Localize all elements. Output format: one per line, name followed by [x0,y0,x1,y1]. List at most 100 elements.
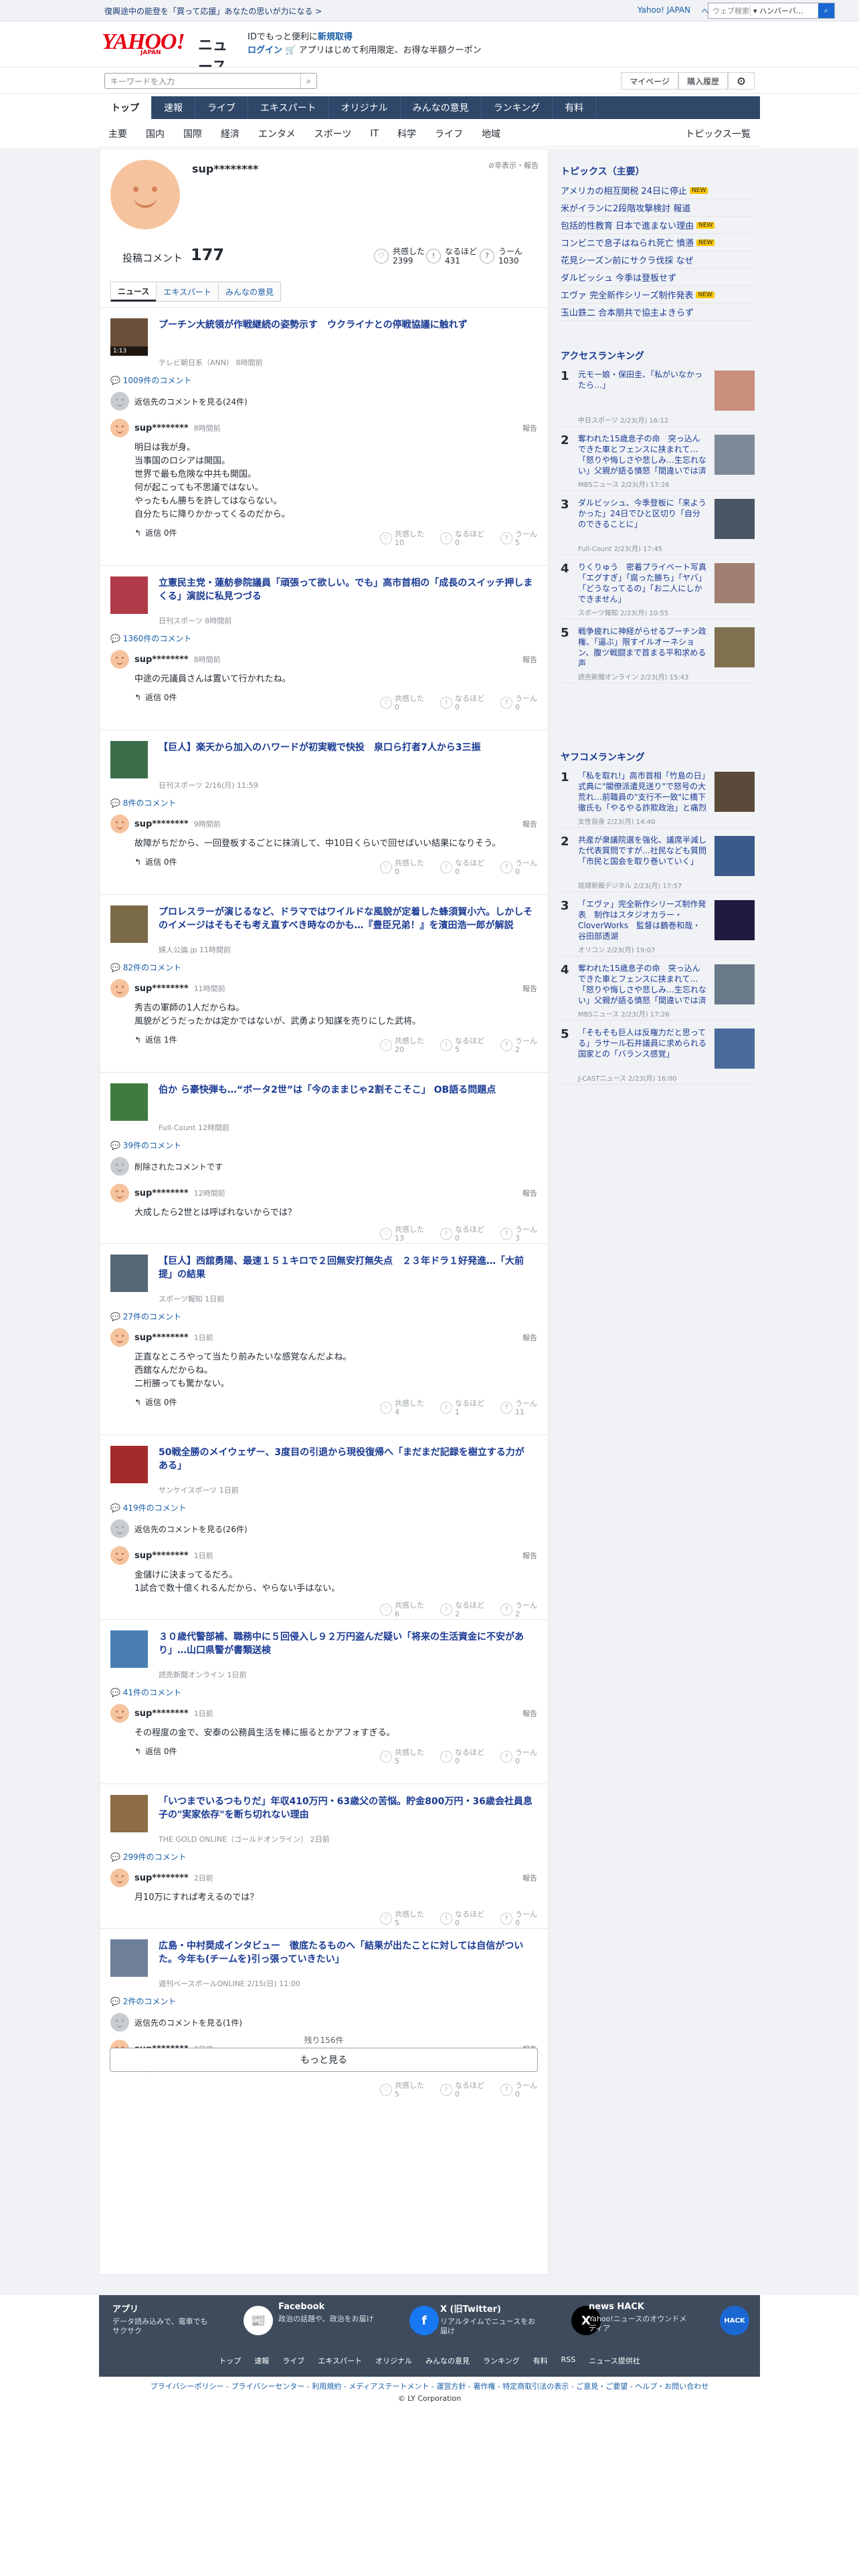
gnav-expert[interactable]: エキスパート [248,96,329,119]
un-button[interactable]: ? うーん 5 [500,530,537,547]
un-button[interactable]: ? うーん 0 [500,1910,537,1927]
agree-button[interactable]: ♡ 共感した 0 [380,859,424,876]
naruhodo-button[interactable]: ! なるほど 2 [440,1601,484,1618]
agree-button[interactable]: ♡ 共感した 4 [380,1399,424,1416]
article-title[interactable]: 伯か ら豪快弾も…“ポータ2世”は「今のままじゃ2割そこそこ」 OB語る問題点 [159,1083,533,1097]
article-title[interactable]: 広島・中村奨成インタビュー 徹底たるものへ「結果が出たことに対しては自信がついた… [159,1939,533,1966]
footer-app[interactable]: アプリ データ読み込みで、電車でもサクサク 📰 [112,2302,273,2349]
legal-links[interactable]: プライバシーポリシー - プライバシーセンター - 利用規約 - メディアステー… [0,2381,859,2393]
snav-it[interactable]: IT [361,128,388,139]
snav-world[interactable]: 国際 [174,127,211,140]
un-button[interactable]: ? うーん 11 [500,1399,537,1416]
article-title[interactable]: 【巨人】楽天から加入のハワードが初実戦で快投 泉口ら打者7人から3三振 [159,741,533,754]
un-button[interactable]: ? うーん 0 [500,859,537,876]
reply-button[interactable]: ↰ 返信 0件 [134,691,177,703]
reply-button[interactable]: ↰ 返信 0件 [134,1745,177,1757]
article-link[interactable]: 【巨人】西舘勇陽、最速１５１キロで２回無安打無失点 ２３年ドラ１好発進…「大前提… [110,1255,539,1293]
tab-expert[interactable]: エキスパート [156,282,219,302]
footer-nav-item[interactable]: ニュース提供社 [589,2355,640,2366]
ranking-item[interactable]: 5 戦争疲れに神経がらせるプーチン政権、「逼ぶ」限すイルオーネション、腹ツ戦闘まで… [561,623,755,683]
reply-button[interactable]: ↰ 返信 0件 [134,1396,177,1408]
footer-nav-item[interactable]: ランキング [483,2355,520,2366]
search-icon[interactable]: ⌕ [818,3,834,18]
article-title[interactable]: プーチン大統領が作戦継続の姿勢示す ウクライナとの停戦協議に触れず [159,318,533,332]
gear-icon[interactable]: ⚙ [728,72,755,90]
article-comment-count[interactable]: 💬 419件のコメント [110,1502,187,1513]
footer-nav-item[interactable]: 速報 [254,2355,269,2366]
agree-button[interactable]: ♡ 共感した 5 [380,1748,424,1765]
footer-facebook[interactable]: Facebook 政治の話題や、政治をお届け f [278,2302,439,2349]
gnav-opinion[interactable]: みんなの意見 [401,96,482,119]
agree-button[interactable]: ♡ 共感した 20 [380,1037,424,1054]
article-comment-count[interactable]: 💬 41件のコメント [110,1687,181,1698]
snav-domestic[interactable]: 国内 [136,127,174,140]
article-link[interactable]: ３０歳代警部補、職務中に５回侵入し９２万円盗んだ疑い「将来の生活資金に不安があり… [110,1630,539,1669]
naruhodo-button[interactable]: ! なるほど 0 [440,1910,484,1927]
naruhodo-button[interactable]: ! なるほど 0 [440,859,484,876]
article-link[interactable]: 広島・中村奨成インタビュー 徹底たるものへ「結果が出たことに対しては自信がついた… [110,1939,539,1978]
signup-link[interactable]: 新規取得 [318,32,353,42]
footer-nav-item[interactable]: 有料 [533,2355,548,2366]
parent-comment-link[interactable]: 削除されたコメントです [110,1157,223,1176]
tab-opinion[interactable]: みんなの意見 [218,282,282,302]
report-link[interactable]: 報告 [522,1188,537,1198]
agree-button[interactable]: ♡ 共感した 5 [380,1910,424,1927]
reply-button[interactable]: ↰ 返信 0件 [134,527,177,538]
search-icon[interactable]: ⌕ [300,74,316,88]
parent-comment-link[interactable]: 返信先のコメントを見る(24件) [110,392,248,411]
ranking-item[interactable]: 3 ダルビッシュ、今季登板に「来ようかった」24日でひと区切り「自分のできることに… [561,495,755,555]
article-title[interactable]: ３０歳代警部補、職務中に５回侵入し９２万円盗んだ疑い「将来の生活資金に不安があり… [159,1630,533,1657]
agree-button[interactable]: ♡ 共感した 13 [380,1225,424,1243]
footer-nav-item[interactable]: みんなの意見 [425,2355,470,2366]
snav-science[interactable]: 科学 [388,127,425,140]
report-link[interactable]: 報告 [522,423,537,433]
snav-life[interactable]: ライフ [425,127,472,140]
agree-button[interactable]: ♡ 共感した 6 [380,1601,424,1618]
promo-link[interactable]: 復興途中の能登を「買って応援」あなたの思いが力になる > [104,5,322,17]
article-comment-count[interactable]: 💬 82件のコメント [110,962,181,973]
hide-report-link[interactable]: ⊘非表示・報告 [488,160,539,171]
un-button[interactable]: ? うーん 0 [500,694,537,712]
article-comment-count[interactable]: 💬 39件のコメント [110,1140,181,1151]
topic-item[interactable]: 米がイランに2段階攻撃検討 報道 [561,199,755,217]
topic-item[interactable]: 花見シーズン前にサクラ伐採 なぜ [561,251,755,269]
article-link[interactable]: プロレスラーが演じるなど、ドラマではワイルドな風貌が定着した蜂須賀小六。しかしそ… [110,905,539,944]
search-suggest[interactable]: ▾ ハンバーバ... [750,5,818,16]
article-title[interactable]: 50戦全勝のメイウェザー、3度目の引退から現役復帰へ「まだまだ記録を樹立する力が… [159,1446,533,1473]
load-more-button[interactable]: もっと見る [110,2048,538,2072]
naruhodo-button[interactable]: ! なるほど 0 [440,1225,484,1243]
topics-list-link[interactable]: トピックス一覧 [685,127,760,140]
ranking-item[interactable]: 3 「エヴァ」完全新作シリーズ制作発表 制作はスタジオカラー・CloverWork… [561,896,755,956]
article-link[interactable]: 「いつまでいるつもりだ」年収410万円・63歳父の苦悩。貯金800万円・36歳会… [110,1795,539,1834]
footer-newshack[interactable]: news HACK Yahoo!ニュースのオウンドメディア HACK [589,2302,749,2349]
topic-item[interactable]: エヴァ 完全新作シリーズ制作発表 NEW [561,286,755,304]
footer-x[interactable]: X (旧Twitter) リアルタイムでニュースをお届け X [440,2302,601,2349]
article-comment-count[interactable]: 💬 8件のコメント [110,797,176,809]
footer-nav-item[interactable]: ライブ [282,2355,304,2366]
gnav-flash[interactable]: 速報 [152,96,195,119]
footer-nav-item[interactable]: RSS [561,2355,576,2366]
keyword-input[interactable]: キーワードを入力 [105,76,300,87]
report-link[interactable]: 報告 [522,983,537,994]
snav-sports[interactable]: スポーツ [305,127,361,140]
topic-item[interactable]: 包括的性教育 日本で進まない理由 NEW [561,217,755,234]
reply-button[interactable]: ↰ 返信 0件 [134,856,177,867]
report-link[interactable]: 報告 [522,654,537,665]
agree-button[interactable]: ♡ 共感した 10 [380,530,424,547]
article-comment-count[interactable]: 💬 2件のコメント [110,1996,176,2007]
web-search-input[interactable]: ウェブ検索 [708,5,750,16]
ranking-item[interactable]: 4 りくりゅう 密着プライベート写真「エグすぎ」「腐った勝ち」「ヤバ」「どうなって… [561,559,755,619]
un-button[interactable]: ? うーん 2 [500,1601,537,1618]
parent-comment-link[interactable]: 返信先のコメントを見る(1件) [110,2013,242,2032]
topic-item[interactable]: アメリカの相互関税 24日に停止 NEW [561,182,755,199]
naruhodo-button[interactable]: ! なるほど 1 [440,1399,484,1416]
article-link[interactable]: 伯か ら豪快弾も…“ポータ2世”は「今のままじゃ2割そこそこ」 OB語る問題点 [110,1083,539,1122]
footer-nav-item[interactable]: トップ [219,2355,241,2366]
article-comment-count[interactable]: 💬 299件のコメント [110,1851,187,1862]
un-button[interactable]: ? うーん 0 [500,1748,537,1765]
yahoo-japan-link[interactable]: Yahoo! JAPAN [638,5,690,17]
history-button[interactable]: 購入履歴 [678,72,728,90]
parent-comment-link[interactable]: 返信先のコメントを見る(26件) [110,1519,248,1538]
topic-item[interactable]: 玉山鉄二 合本朋共で協主よきらず [561,304,755,321]
naruhodo-button[interactable]: ! なるほど 0 [440,2081,484,2099]
